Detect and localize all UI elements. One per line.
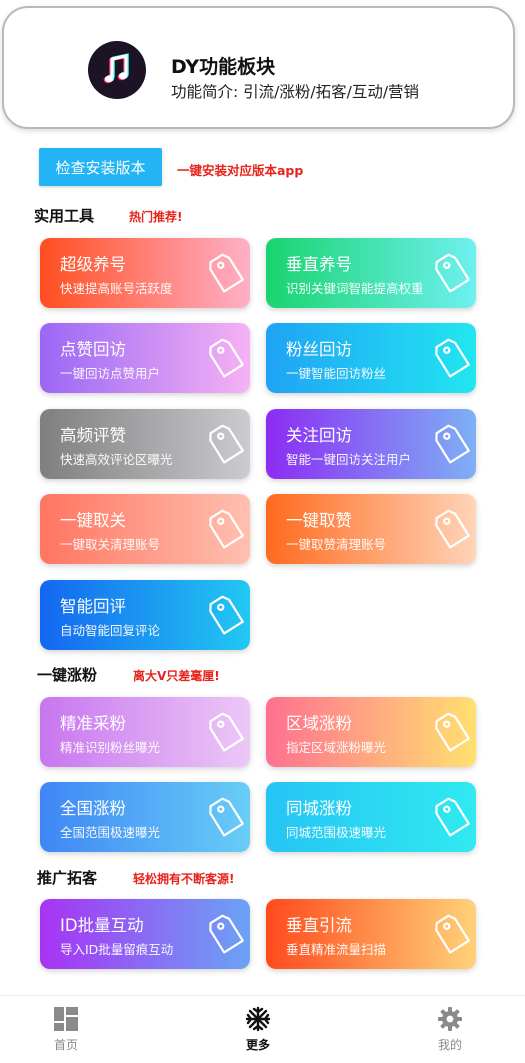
card-title: 粉丝回访 (286, 340, 352, 359)
tag-icon (206, 592, 244, 636)
card-subtitle: 识别关键词智能提高权重 (286, 281, 424, 296)
tag-icon (206, 506, 244, 550)
card-title: 超级养号 (60, 255, 126, 274)
card-title: 同城涨粉 (286, 799, 352, 818)
card-subtitle: 智能一键回访关注用户 (286, 452, 412, 467)
section-note-tools: 热门推荐! (129, 210, 183, 224)
card-subtitle: 导入ID批量留痕互动 (60, 942, 174, 957)
tool-card[interactable]: 垂直引流垂直精准流量扫描 (266, 899, 476, 969)
tag-icon (432, 335, 470, 379)
tool-card[interactable]: 精准采粉精准识别粉丝曝光 (40, 697, 250, 767)
card-subtitle: 自动智能回复评论 (60, 623, 161, 638)
page-title: DY功能板块 (171, 56, 276, 78)
check-install-version-button[interactable]: 检查安装版本 (39, 148, 162, 186)
tool-card[interactable]: 同城涨粉同城范围极速曝光 (266, 782, 476, 852)
tool-card[interactable]: 关注回访智能一键回访关注用户 (266, 409, 476, 479)
tag-icon (432, 794, 470, 838)
tool-card[interactable]: 高频评赞快速高效评论区曝光 (40, 409, 250, 479)
card-subtitle: 快速提高账号活跃度 (60, 281, 173, 296)
tag-icon (432, 709, 470, 753)
card-title: 智能回评 (60, 597, 126, 616)
section-title-promotion: 推广拓客 (37, 869, 98, 887)
tag-icon (206, 911, 244, 955)
nav-home[interactable]: 首页 (36, 1006, 96, 1053)
card-subtitle: 指定区域涨粉曝光 (286, 740, 387, 755)
grid-icon (54, 1007, 78, 1031)
tool-card[interactable]: 一键取赞一键取赞清理账号 (266, 494, 476, 564)
tag-icon (432, 506, 470, 550)
header-card: DY功能板块 功能简介: 引流/涨粉/拓客/互动/营销 (2, 6, 515, 129)
header-description: 功能简介: 引流/涨粉/拓客/互动/营销 (171, 83, 420, 101)
card-title: 垂直养号 (286, 255, 352, 274)
tool-card[interactable]: 智能回评自动智能回复评论 (40, 580, 250, 650)
tag-icon (206, 709, 244, 753)
tag-icon (206, 250, 244, 294)
card-subtitle: 一键取赞清理账号 (286, 537, 387, 552)
snowflake-icon (245, 1006, 271, 1032)
card-subtitle: 精准识别粉丝曝光 (60, 740, 161, 755)
card-title: 高频评赞 (60, 426, 126, 445)
card-subtitle: 快速高效评论区曝光 (60, 452, 173, 467)
nav-more[interactable]: 更多 (228, 1006, 288, 1053)
card-subtitle: 全国范围极速曝光 (60, 825, 161, 840)
tool-card[interactable]: 粉丝回访一键智能回访粉丝 (266, 323, 476, 393)
card-title: 精准采粉 (60, 714, 126, 733)
nav-mine-label: 我的 (437, 1038, 462, 1052)
tag-icon (206, 335, 244, 379)
section-note-promotion: 轻松拥有不断客源! (133, 872, 235, 886)
section-title-tools: 实用工具 (34, 207, 95, 225)
music-note-icon (88, 41, 146, 99)
card-title: ID批量互动 (60, 916, 144, 935)
tool-card[interactable]: 区域涨粉指定区域涨粉曝光 (266, 697, 476, 767)
card-subtitle: 一键取关清理账号 (60, 537, 161, 552)
card-subtitle: 一键智能回访粉丝 (286, 366, 387, 381)
tag-icon (432, 911, 470, 955)
tool-card[interactable]: 全国涨粉全国范围极速曝光 (40, 782, 250, 852)
card-title: 区域涨粉 (286, 714, 352, 733)
card-title: 一键取关 (60, 511, 126, 530)
card-subtitle: 同城范围极速曝光 (286, 825, 387, 840)
card-title: 全国涨粉 (60, 799, 126, 818)
card-title: 点赞回访 (60, 340, 126, 359)
nav-home-label: 首页 (53, 1038, 78, 1052)
card-title: 垂直引流 (286, 916, 352, 935)
section-note-followers: 离大V只差毫厘! (133, 669, 220, 683)
tool-card[interactable]: 垂直养号识别关键词智能提高权重 (266, 238, 476, 308)
tool-card[interactable]: 一键取关一键取关清理账号 (40, 494, 250, 564)
card-subtitle: 一键回访点赞用户 (60, 366, 161, 381)
gear-icon (438, 1007, 462, 1031)
tool-card[interactable]: 超级养号快速提高账号活跃度 (40, 238, 250, 308)
section-title-followers: 一键涨粉 (37, 666, 98, 684)
tag-icon (206, 794, 244, 838)
nav-more-label: 更多 (245, 1038, 270, 1052)
tool-card[interactable]: ID批量互动导入ID批量留痕互动 (40, 899, 250, 969)
card-subtitle: 垂直精准流量扫描 (286, 942, 387, 957)
nav-mine[interactable]: 我的 (420, 1006, 480, 1053)
install-note: 一键安装对应版本app (177, 163, 304, 178)
card-title: 关注回访 (286, 426, 352, 445)
bottom-nav: 首页 更多 我的 (0, 995, 525, 1063)
card-title: 一键取赞 (286, 511, 352, 530)
tag-icon (432, 250, 470, 294)
tag-icon (432, 421, 470, 465)
tag-icon (206, 421, 244, 465)
tool-card[interactable]: 点赞回访一键回访点赞用户 (40, 323, 250, 393)
